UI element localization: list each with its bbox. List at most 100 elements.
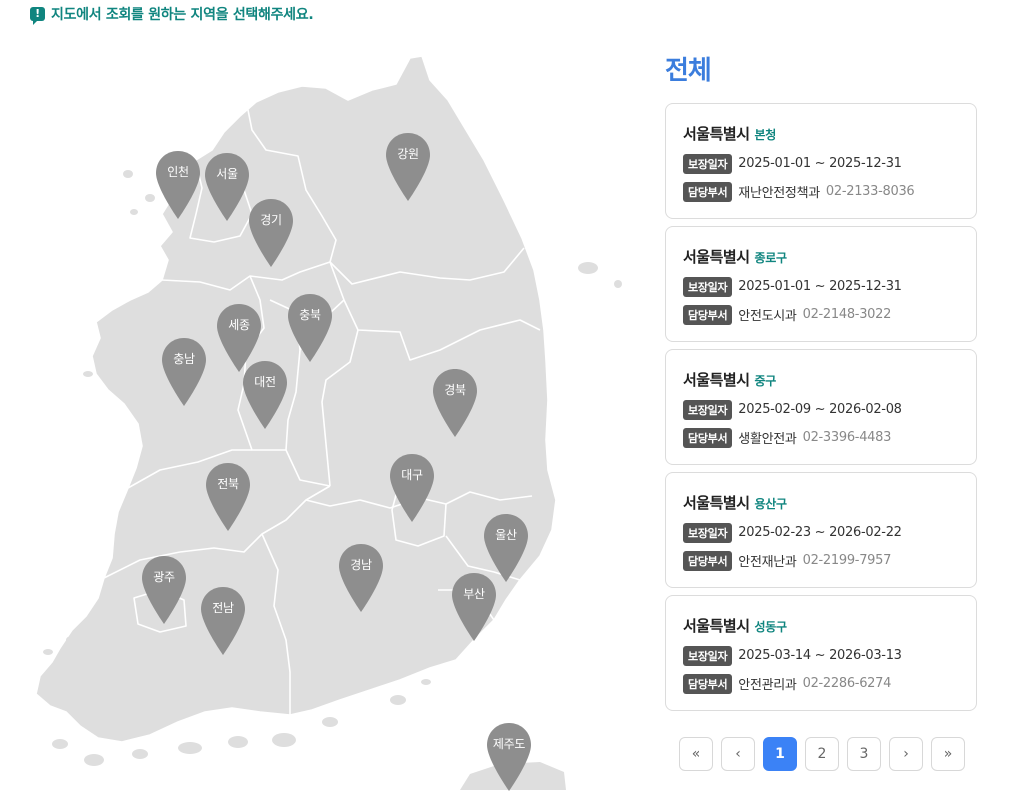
- map-pin-icon: [452, 573, 496, 641]
- map-pin-label: 전북: [217, 477, 239, 491]
- map-pin-label: 충북: [299, 308, 321, 322]
- map-pin-icon: [487, 723, 531, 791]
- card-header: 서울특별시 용산구: [683, 492, 976, 513]
- department-name: 재난안전정책과: [738, 186, 820, 201]
- map-pin-icon: [288, 294, 332, 362]
- department-row: 담당부서 안전도시과 02-2148-3022: [683, 304, 976, 325]
- department-name: 안전도시과: [738, 309, 797, 324]
- map-pin-label: 전남: [212, 601, 234, 615]
- result-card[interactable]: 서울특별시 본청보장일자 2025-01-01 ~ 2025-12-31 담당부서 재난…: [665, 103, 977, 219]
- panel-title: 전체: [665, 56, 712, 86]
- coverage-period-tag: 보장일자: [683, 645, 733, 666]
- department-phone: 02-2148-3022: [802, 307, 892, 322]
- department-row: 담당부서 생활안전과 02-3396-4483: [683, 427, 976, 448]
- map-pin-gangwon[interactable]: 강원: [385, 132, 431, 202]
- result-card[interactable]: 서울특별시 중구보장일자 2025-02-09 ~ 2026-02-08 담당부서 생활…: [665, 349, 977, 465]
- page-button-2[interactable]: 2: [805, 737, 839, 771]
- coverage-period: 2025-02-23 ~ 2026-02-22: [738, 525, 902, 540]
- card-district: 성동구: [754, 620, 788, 634]
- map-pin-seoul[interactable]: 서울: [204, 152, 250, 222]
- map-pin-label: 대구: [401, 468, 423, 482]
- card-district: 종로구: [754, 251, 788, 265]
- department-row: 담당부서 안전관리과 02-2286-6274: [683, 673, 976, 694]
- card-city: 서울특별시: [683, 248, 750, 266]
- map-pin-jeju[interactable]: 제주도: [486, 722, 532, 792]
- map-pin-label: 경북: [444, 383, 466, 397]
- map-pin-label: 서울: [216, 167, 238, 181]
- map-pin-icon: [201, 587, 245, 655]
- department-tag: 담당부서: [683, 427, 733, 448]
- coverage-period-row: 보장일자 2025-01-01 ~ 2025-12-31: [683, 153, 976, 174]
- map-pin-icon: [243, 361, 287, 429]
- department-tag: 담당부서: [683, 181, 733, 202]
- page-button-1[interactable]: 1: [763, 737, 797, 771]
- card-header: 서울특별시 본청: [683, 123, 976, 144]
- last-page-button[interactable]: »: [931, 737, 965, 771]
- card-header: 서울특별시 종로구: [683, 246, 976, 267]
- map-pin-label: 울산: [495, 528, 517, 542]
- coverage-period-tag: 보장일자: [683, 276, 733, 297]
- map-pin-chungbuk[interactable]: 충북: [287, 293, 333, 363]
- card-city: 서울특별시: [683, 617, 750, 635]
- map-pin-label: 인천: [167, 165, 189, 179]
- coverage-period-tag: 보장일자: [683, 399, 733, 420]
- department-tag: 담당부서: [683, 550, 733, 571]
- notice: ! 지도에서 조회를 원하는 지역을 선택해주세요.: [30, 4, 314, 25]
- map-pin-icon: [386, 133, 430, 201]
- map-pin-label: 세종: [228, 318, 250, 332]
- department-tag: 담당부서: [683, 304, 733, 325]
- pagination: « ‹ 1 2 3 › »: [679, 737, 965, 771]
- map-pin-label: 경기: [260, 213, 282, 227]
- department-phone: 02-2133-8036: [825, 184, 915, 199]
- page-button-3[interactable]: 3: [847, 737, 881, 771]
- result-card[interactable]: 서울특별시 종로구보장일자 2025-01-01 ~ 2025-12-31 담당부서 안…: [665, 226, 977, 342]
- map-pin-icon: [142, 556, 186, 624]
- card-header: 서울특별시 중구: [683, 369, 976, 390]
- map-pin-busan[interactable]: 부산: [451, 572, 497, 642]
- korea-map: [0, 30, 640, 790]
- coverage-period: 2025-03-14 ~ 2026-03-13: [738, 648, 902, 663]
- coverage-period: 2025-01-01 ~ 2025-12-31: [738, 279, 902, 294]
- map-pin-label: 대전: [254, 375, 276, 389]
- card-city: 서울특별시: [683, 494, 750, 512]
- map-pin-daegu[interactable]: 대구: [389, 453, 435, 523]
- coverage-period: 2025-02-09 ~ 2026-02-08: [738, 402, 902, 417]
- map-pin-label: 제주도: [492, 737, 526, 751]
- department-phone: 02-3396-4483: [802, 430, 892, 445]
- card-district: 중구: [754, 374, 777, 388]
- map-pin-gyeongnam[interactable]: 경남: [338, 543, 384, 613]
- map-pin-gwangju[interactable]: 광주: [141, 555, 187, 625]
- card-city: 서울특별시: [683, 125, 750, 143]
- coverage-period-row: 보장일자 2025-02-09 ~ 2026-02-08: [683, 399, 976, 420]
- map-pin-icon: [156, 151, 200, 219]
- map-pin-label: 광주: [153, 570, 175, 584]
- map-pin-label: 충남: [173, 352, 195, 366]
- prev-page-button[interactable]: ‹: [721, 737, 755, 771]
- map-pin-gyeongbuk[interactable]: 경북: [432, 368, 478, 438]
- map-pin-chungnam[interactable]: 충남: [161, 337, 207, 407]
- card-district: 본청: [754, 128, 777, 142]
- next-page-button[interactable]: ›: [889, 737, 923, 771]
- map-pin-label: 부산: [463, 587, 485, 601]
- coverage-period: 2025-01-01 ~ 2025-12-31: [738, 156, 902, 171]
- department-name: 생활안전과: [738, 432, 797, 447]
- notice-text: 지도에서 조회를 원하는 지역을 선택해주세요.: [51, 7, 314, 23]
- map-pin-icon: [162, 338, 206, 406]
- result-card[interactable]: 서울특별시 용산구보장일자 2025-02-23 ~ 2026-02-22 담당부서 안…: [665, 472, 977, 588]
- map-pin-gyeonggi[interactable]: 경기: [248, 198, 294, 268]
- result-card[interactable]: 서울특별시 성동구보장일자 2025-03-14 ~ 2026-03-13 담당부서 안…: [665, 595, 977, 711]
- coverage-period-row: 보장일자 2025-03-14 ~ 2026-03-13: [683, 645, 976, 666]
- card-district: 용산구: [754, 497, 788, 511]
- map-pin-icon: [433, 369, 477, 437]
- first-page-button[interactable]: «: [679, 737, 713, 771]
- coverage-period-tag: 보장일자: [683, 522, 733, 543]
- map-pin-jeonnam[interactable]: 전남: [200, 586, 246, 656]
- map-pin-incheon[interactable]: 인천: [155, 150, 201, 220]
- department-phone: 02-2286-6274: [802, 676, 892, 691]
- department-name: 안전재난과: [738, 555, 797, 570]
- map-pin-icon: [205, 153, 249, 221]
- card-header: 서울특별시 성동구: [683, 615, 976, 636]
- map-pin-jeonbuk[interactable]: 전북: [205, 462, 251, 532]
- map-pin-daejeon[interactable]: 대전: [242, 360, 288, 430]
- department-tag: 담당부서: [683, 673, 733, 694]
